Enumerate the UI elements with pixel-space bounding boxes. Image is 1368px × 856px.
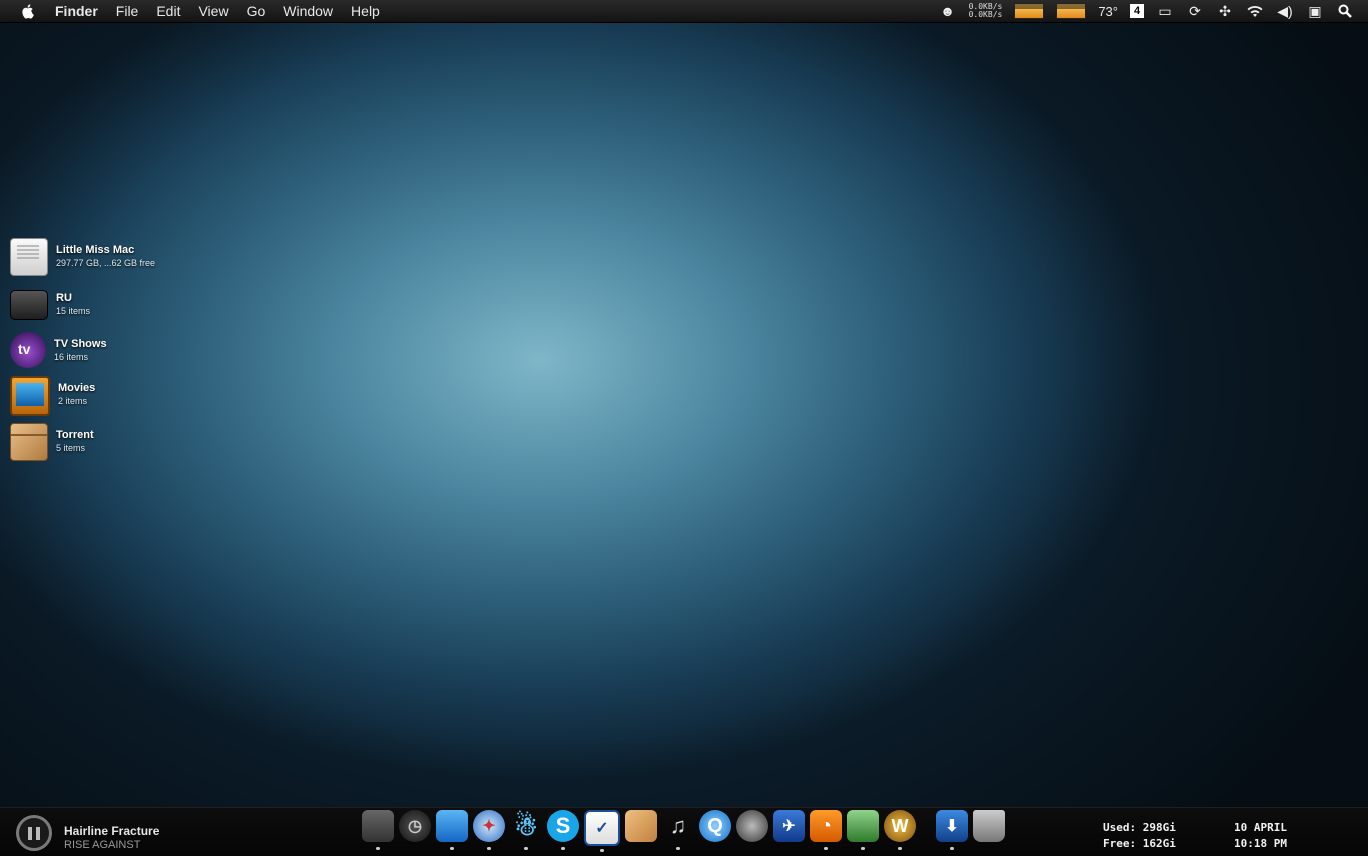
external-drive-icon <box>10 290 48 320</box>
adium-icon[interactable]: ☃ <box>510 810 542 850</box>
status-menus: ☻ 0.0KB/s 0.0KB/s 73° 4 ▭ ⟳ ✣ ◀) ▣ <box>939 0 1354 22</box>
hard-drive-icon <box>10 238 48 276</box>
network-speed[interactable]: 0.0KB/s 0.0KB/s <box>969 3 1003 19</box>
apple-tv-icon: tv <box>10 332 46 368</box>
bluetooth-icon[interactable]: ✣ <box>1216 3 1234 19</box>
finder-icon[interactable] <box>362 810 394 850</box>
volume-icon[interactable]: ◀) <box>1276 3 1294 19</box>
things-icon[interactable]: ✓ <box>584 810 620 852</box>
menu-view[interactable]: View <box>189 0 237 22</box>
quicktime-icon[interactable]: Q <box>699 810 731 842</box>
wifi-icon[interactable] <box>1246 3 1264 19</box>
net-down: 0.0KB/s <box>968 10 1003 19</box>
preview-icon[interactable] <box>847 810 879 850</box>
clock-time: 10:18 PM <box>1234 837 1287 850</box>
dock: ◷ ✦ ☃ S ✓ ♫ Q ✈ ◔ W <box>362 810 916 852</box>
menu-finder[interactable]: Finder <box>46 0 107 22</box>
temperature[interactable]: 73° <box>1098 4 1118 19</box>
track-title: Hairline Fracture <box>64 824 160 838</box>
desktop-item-tv-shows[interactable]: tv TV Shows 16 items <box>10 332 107 368</box>
menu-file[interactable]: File <box>107 0 148 22</box>
spaces-indicator[interactable]: 4 <box>1130 4 1144 18</box>
spotlight-icon[interactable] <box>1336 3 1354 19</box>
headphones-icon[interactable]: ♫ <box>662 810 694 850</box>
desktop-item-info: 5 items <box>56 443 86 453</box>
disk-free: Free: 162Gi <box>1103 837 1176 850</box>
desktop-item-info: 297.77 GB, ...62 GB free <box>56 258 156 268</box>
menu-go[interactable]: Go <box>238 0 275 22</box>
transmit-icon[interactable]: ✈ <box>773 810 805 842</box>
desktop-item-name: TV Shows <box>54 338 107 350</box>
desktop-item-little-miss-mac[interactable]: Little Miss Mac 297.77 GB, ...62 GB free <box>10 238 155 276</box>
desktop-item-movies[interactable]: Movies 2 items <box>10 376 95 416</box>
desktop-item-torrent[interactable]: Torrent 5 items <box>10 423 94 461</box>
skype-icon[interactable]: S <box>547 810 579 850</box>
activity-monitor-icon[interactable]: ☻ <box>939 3 957 19</box>
desktop-item-ru[interactable]: RU 15 items <box>10 286 90 320</box>
display-icon[interactable]: ▭ <box>1156 3 1174 19</box>
pause-icon <box>28 826 32 840</box>
pause-button[interactable] <box>16 815 52 851</box>
menu-edit[interactable]: Edit <box>147 0 189 22</box>
menu-window[interactable]: Window <box>274 0 342 22</box>
desktop-item-name: Little Miss Mac <box>56 244 135 256</box>
movies-tv-icon <box>10 376 50 416</box>
dvd-player-icon[interactable] <box>736 810 768 842</box>
box-icon <box>10 423 48 461</box>
apple-icon[interactable] <box>20 3 36 19</box>
dock-right-section: ⬇ <box>936 810 1005 850</box>
memory-meter[interactable] <box>1056 3 1087 19</box>
battery-icon[interactable]: ▣ <box>1306 3 1324 19</box>
package-icon[interactable] <box>625 810 657 842</box>
desktop-item-info: 2 items <box>58 396 88 406</box>
trash-icon[interactable] <box>973 810 1005 842</box>
disk-stats: Used: 298Gi Free: 162Gi <box>1103 820 1176 852</box>
wallpaper <box>0 0 1368 855</box>
desktop-item-name: Movies <box>58 382 96 394</box>
menu-help[interactable]: Help <box>342 0 389 22</box>
safari-icon[interactable]: ✦ <box>473 810 505 850</box>
desktop-item-info: 16 items <box>54 352 89 362</box>
track-artist: RISE AGAINST <box>64 839 141 851</box>
clock-date: 10 APRIL <box>1234 821 1287 834</box>
world-of-warcraft-icon[interactable]: W <box>884 810 916 850</box>
time-machine-icon[interactable]: ⟳ <box>1186 3 1204 19</box>
cpu-meter[interactable] <box>1014 3 1045 19</box>
downloads-stack-icon[interactable]: ⬇ <box>936 810 968 850</box>
menu-bar: Finder File Edit View Go Window Help ☻ 0… <box>0 0 1368 23</box>
desktop-item-name: RU <box>56 292 72 304</box>
now-playing: Hairline Fracture RISE AGAINST <box>64 824 159 851</box>
dashboard-icon[interactable]: ◷ <box>399 810 431 842</box>
desktop-item-name: Torrent <box>56 429 94 441</box>
mail-icon[interactable] <box>436 810 468 850</box>
clock: 10 APRIL 10:18 PM <box>1234 820 1287 852</box>
desktop-item-info: 15 items <box>56 306 91 316</box>
rss-icon[interactable]: ◔ <box>810 810 842 850</box>
disk-used: Used: 298Gi <box>1103 821 1176 834</box>
